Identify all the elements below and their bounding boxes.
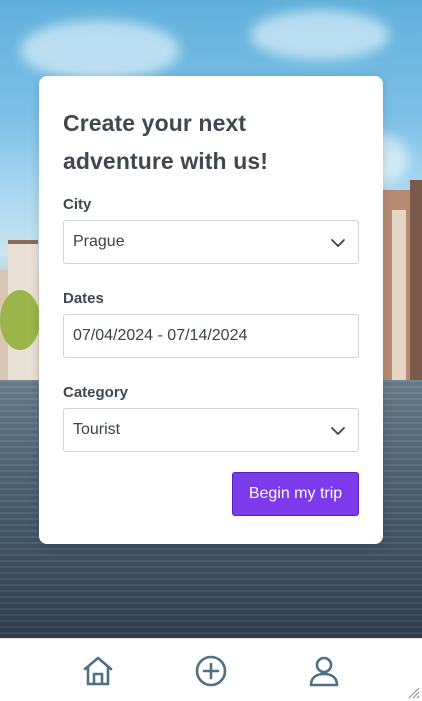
dates-input[interactable]: 07/04/2024 - 07/14/2024: [63, 314, 359, 358]
page-title: Create your next adventure with us!: [63, 110, 268, 174]
dates-value: 07/04/2024 - 07/14/2024: [73, 327, 248, 344]
home-icon[interactable]: [81, 654, 115, 688]
begin-trip-button[interactable]: Begin my trip: [232, 472, 359, 516]
city-label: City: [63, 196, 92, 213]
city-value: Prague: [73, 233, 125, 250]
category-select[interactable]: Tourist: [63, 408, 359, 452]
bottom-nav: [0, 638, 422, 701]
category-label: Category: [63, 384, 129, 401]
category-value: Tourist: [73, 421, 121, 438]
chevron-down-icon: [331, 427, 345, 435]
chevron-down-icon: [331, 239, 345, 247]
city-select[interactable]: Prague: [63, 220, 359, 264]
dates-label: Dates: [63, 290, 104, 307]
add-circle-icon[interactable]: [194, 654, 228, 688]
resize-handle-icon[interactable]: [408, 687, 420, 699]
trip-form-card: Create your next adventure with us! City…: [39, 76, 383, 544]
user-icon[interactable]: [307, 654, 341, 688]
